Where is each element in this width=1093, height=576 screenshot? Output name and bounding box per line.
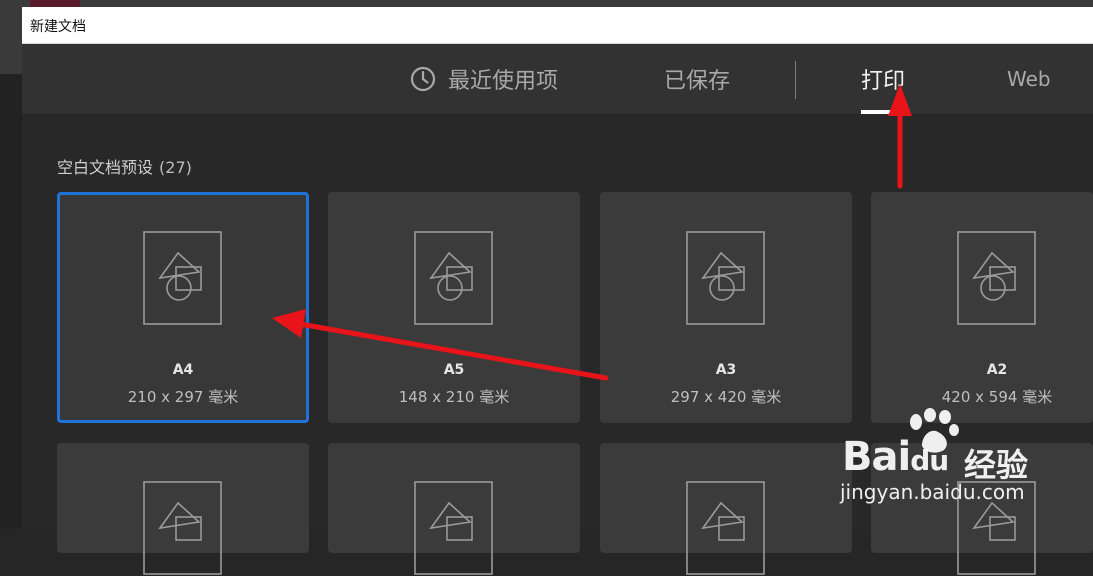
document-shapes-icon [957, 231, 1036, 325]
document-shapes-icon [414, 231, 493, 325]
tab-web[interactable]: Web [1007, 44, 1051, 114]
new-document-dialog: 新建文档 最近使用项 已保存 打印 Web 空白文档预设 (27) A4 210… [22, 7, 1093, 575]
tab-web-label: Web [1007, 67, 1051, 91]
tab-saved-label: 已保存 [664, 69, 731, 94]
preset-card-a2[interactable]: A2 420 x 594 毫米 [871, 192, 1093, 423]
preset-card[interactable] [57, 443, 309, 575]
preset-dimensions: 210 x 297 毫米 [127, 388, 239, 406]
dialog-title: 新建文档 [30, 19, 86, 35]
preset-name: A2 [986, 362, 1008, 378]
tab-print[interactable]: 打印 [861, 44, 906, 114]
preset-card-a4[interactable]: A4 210 x 297 毫米 [57, 192, 309, 423]
document-shapes-icon [686, 231, 765, 325]
preset-count: (27) [159, 158, 192, 177]
clock-icon [410, 66, 436, 92]
tab-saved[interactable]: 已保存 [664, 44, 730, 114]
tab-print-label: 打印 [861, 69, 906, 94]
dialog-titlebar: 新建文档 [22, 7, 1093, 44]
preset-name: A5 [443, 362, 465, 378]
tab-divider [795, 61, 796, 99]
preset-card[interactable] [328, 443, 580, 575]
preset-name: A3 [715, 362, 737, 378]
preset-card[interactable] [871, 443, 1093, 575]
preset-dimensions: 420 x 594 毫米 [941, 388, 1053, 406]
category-tab-bar: 最近使用项 已保存 打印 Web [22, 44, 1093, 114]
preset-content: 空白文档预设 (27) A4 210 x 297 毫米 A5 148 x 210 … [22, 114, 1093, 575]
document-shapes-icon [143, 231, 222, 325]
preset-card[interactable] [600, 443, 852, 575]
preset-section-heading: 空白文档预设 (27) [57, 154, 192, 178]
preset-card-a3[interactable]: A3 297 x 420 毫米 [600, 192, 852, 423]
preset-dimensions: 297 x 420 毫米 [670, 388, 782, 406]
tab-recent[interactable]: 最近使用项 [410, 44, 558, 114]
preset-dimensions: 148 x 210 毫米 [398, 388, 510, 406]
preset-name: A4 [172, 362, 194, 378]
background-left-panel [0, 74, 22, 529]
tab-recent-label: 最近使用项 [448, 69, 559, 94]
preset-section-title: 空白文档预设 [57, 158, 154, 177]
preset-card-a5[interactable]: A5 148 x 210 毫米 [328, 192, 580, 423]
